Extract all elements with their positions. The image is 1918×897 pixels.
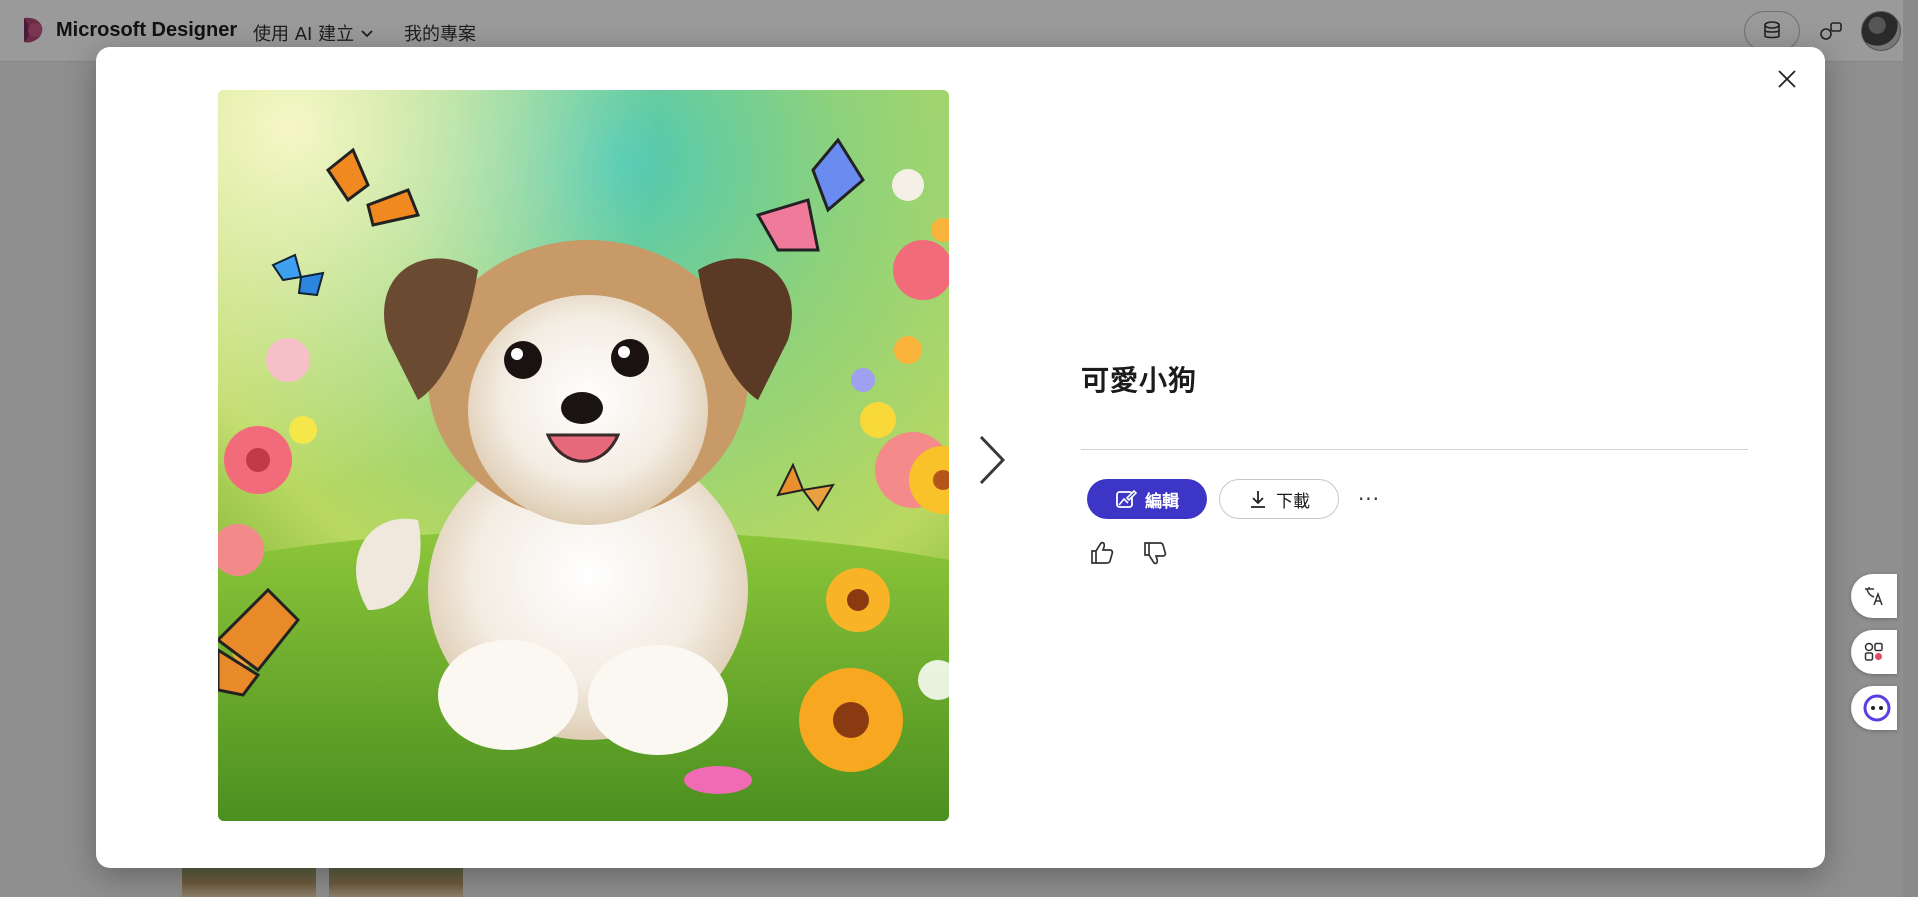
- nav-create-label: 使用 AI 建立: [253, 24, 355, 45]
- image-title: 可愛小狗: [1081, 364, 1198, 397]
- nav-projects-label: 我的專案: [404, 24, 476, 45]
- download-icon: [1251, 491, 1265, 508]
- download-label: 下載: [1276, 491, 1310, 511]
- side-widgets: [1851, 574, 1897, 730]
- edit-label: 編輯: [1145, 491, 1179, 511]
- brand-name: Microsoft Designer: [56, 18, 238, 41]
- assistant-icon: [1863, 694, 1891, 722]
- chevron-right-icon: [979, 435, 1006, 485]
- apps-widget[interactable]: [1851, 630, 1897, 674]
- translate-icon: [1865, 587, 1883, 606]
- apps-icon: [1864, 642, 1883, 661]
- image-edit-icon: [1116, 489, 1137, 508]
- nav-create-with-ai[interactable]: 使用 AI 建立: [253, 20, 374, 46]
- image-detail-dialog: 可愛小狗 編輯 下載 ···: [96, 47, 1825, 868]
- coins-icon: [1764, 21, 1780, 39]
- designer-logo-icon: [24, 17, 43, 43]
- background-thumbnails: [182, 868, 463, 897]
- more-options-button[interactable]: ···: [1353, 483, 1385, 515]
- nav-my-projects[interactable]: 我的專案: [404, 20, 476, 46]
- brand[interactable]: Microsoft Designer: [20, 16, 237, 44]
- chevron-down-icon: [361, 30, 373, 38]
- puppy-image: [218, 90, 949, 821]
- divider: [1081, 449, 1748, 450]
- download-button[interactable]: 下載: [1219, 479, 1339, 519]
- next-image-button[interactable]: [972, 430, 1012, 490]
- close-icon: [1778, 70, 1796, 88]
- close-button[interactable]: [1769, 61, 1805, 97]
- credits-button[interactable]: [1744, 11, 1800, 51]
- thumbs-down-icon[interactable]: [1141, 539, 1169, 567]
- page-edge: [1903, 0, 1918, 897]
- avatar[interactable]: [1861, 11, 1901, 51]
- share-icon[interactable]: [1818, 18, 1844, 44]
- translate-widget[interactable]: [1851, 574, 1897, 618]
- more-options-icon: ···: [1357, 487, 1381, 511]
- assistant-widget[interactable]: [1851, 686, 1897, 730]
- thumbnail[interactable]: [329, 868, 463, 897]
- generated-image[interactable]: [218, 90, 949, 821]
- edit-button[interactable]: 編輯: [1087, 479, 1207, 519]
- thumbs-up-icon[interactable]: [1088, 539, 1116, 567]
- thumbnail[interactable]: [182, 868, 316, 897]
